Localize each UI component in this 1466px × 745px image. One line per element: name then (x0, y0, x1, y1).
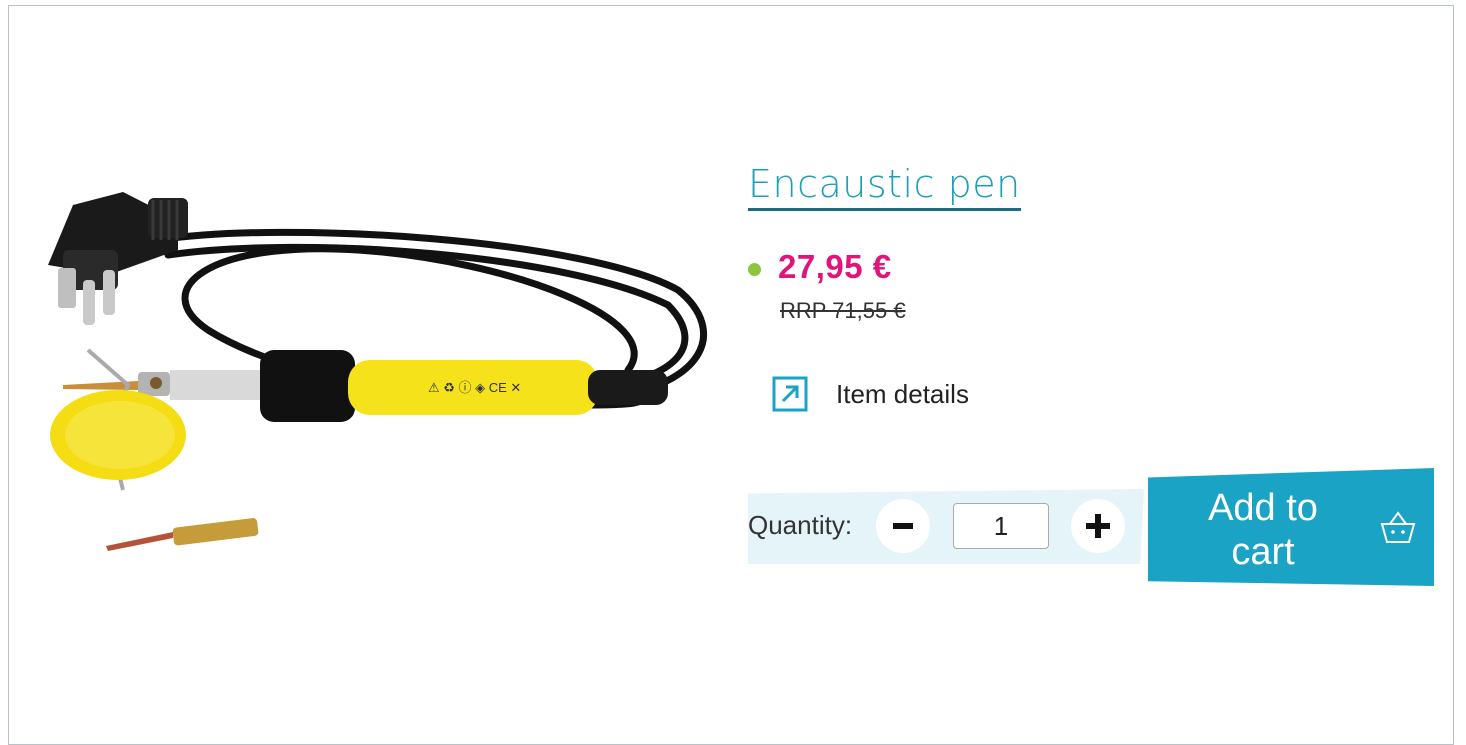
spare-tip (106, 518, 259, 551)
decrease-quantity-button[interactable] (876, 499, 930, 553)
pen-stand (50, 348, 186, 491)
external-link-icon (772, 376, 808, 412)
plus-icon (1086, 514, 1110, 538)
increase-quantity-button[interactable] (1071, 499, 1125, 553)
plug-icon (48, 192, 188, 325)
quantity-input[interactable] (953, 503, 1049, 549)
item-details-label: Item details (836, 378, 969, 409)
product-image[interactable]: ⚠ ♻ ⓘ ◈ CE ✕ (28, 180, 718, 600)
svg-text:⚠ ♻ ⓘ ◈ CE ✕: ⚠ ♻ ⓘ ◈ CE ✕ (428, 380, 521, 395)
basket-icon (1380, 511, 1416, 543)
item-details-link[interactable]: Item details (772, 376, 969, 412)
add-to-cart-label: Add to cart (1208, 487, 1318, 573)
recommended-retail-price: RRP 71,55 € (780, 298, 906, 323)
stock-indicator (748, 263, 761, 276)
quantity-label: Quantity: (748, 510, 853, 540)
product-title[interactable]: Encaustic pen (748, 162, 1021, 211)
minus-icon (893, 523, 913, 529)
product-price: 27,95 € (778, 248, 892, 285)
